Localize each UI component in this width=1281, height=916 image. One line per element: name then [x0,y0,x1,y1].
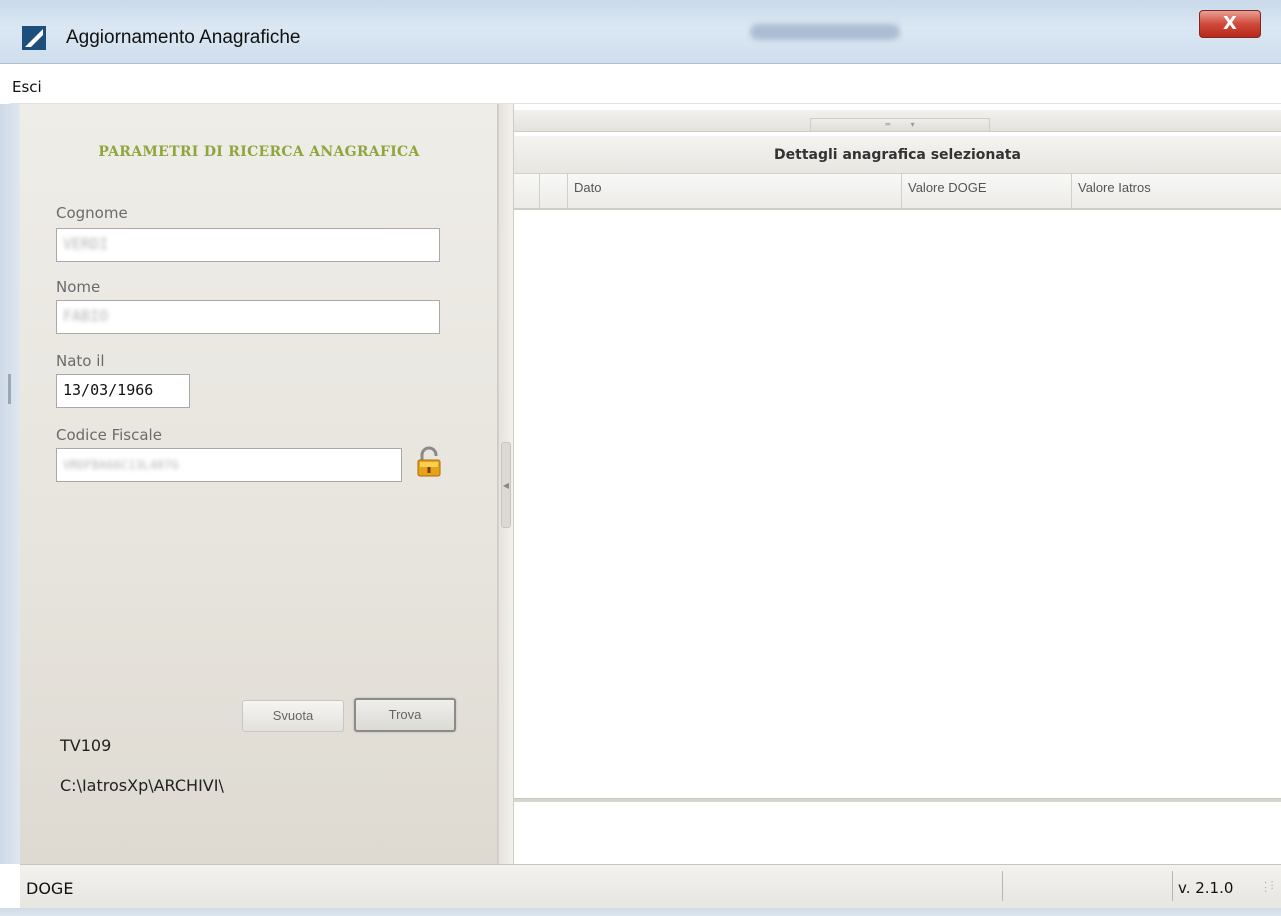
window-left-border [0,104,20,864]
grid-header: Dato Valore DOGE Valore Iatros [514,174,1281,210]
nome-input[interactable]: FABIO [56,300,440,334]
codice-fiscale-label: Codice Fiscale [56,426,162,444]
panel-splitter[interactable]: ◀ [498,104,514,864]
nome-value: FABIO [63,307,109,325]
cognome-label: Cognome [56,204,128,222]
collapse-left-handle[interactable]: ◀ [501,442,511,528]
app-logo-icon [22,26,46,50]
title-bar: Aggiornamento Anagrafiche X [0,0,1281,64]
codice-fiscale-input[interactable]: VRDFBA66C13L407G [56,448,402,482]
column-header-valore-iatros[interactable]: Valore Iatros [1072,174,1281,208]
trova-button[interactable]: Trova [354,698,456,732]
border-mark [8,374,11,404]
bottom-panel [514,802,1281,864]
status-label: DOGE [26,879,74,898]
status-separator [1002,871,1003,901]
status-separator [1172,871,1173,901]
svuota-button[interactable]: Svuota [242,700,344,732]
cognome-input[interactable]: VERDI [56,228,440,262]
select-column-header[interactable] [540,174,568,208]
nome-label: Nome [56,278,101,296]
nato-il-label: Nato il [56,352,105,370]
version-label: v. 2.1.0 [1178,879,1234,897]
codice-fiscale-value: VRDFBA66C13L407G [63,458,179,472]
search-panel: PARAMETRI DI RICERCA ANAGRAFICA Cognome … [20,104,498,864]
nato-il-input[interactable]: 13/03/1966 [56,374,190,408]
close-button[interactable]: X [1199,10,1261,38]
column-header-dato[interactable]: Dato [568,174,902,208]
expand-handle-icon[interactable]: ═ ▾ [810,118,990,132]
nato-il-value: 13/03/1966 [63,381,154,399]
row-indicator-header [514,174,540,208]
blurred-title-text [750,24,900,40]
detail-panel: ═ ▾ Dettagli anagrafica selezionata Dato… [514,104,1281,864]
window-title: Aggiornamento Anagrafiche [66,27,301,48]
search-panel-heading: PARAMETRI DI RICERCA ANAGRAFICA [98,144,420,160]
cognome-value: VERDI [63,235,109,253]
archive-path: C:\IatrosXp\ARCHIVI\ [60,776,224,795]
status-bar: DOGE v. 2.1.0 · :: · [20,864,1281,908]
station-code: TV109 [60,736,112,755]
unlock-icon[interactable] [416,446,442,478]
menu-bar: Esci [10,70,1281,104]
menu-item-esci[interactable]: Esci [12,78,42,96]
window-bottom-border [0,908,1281,916]
grid-body[interactable] [514,210,1281,800]
top-collapse-bar: ═ ▾ [514,110,1281,132]
column-header-valore-doge[interactable]: Valore DOGE [902,174,1072,208]
resize-grip-icon[interactable]: · :: · [1264,879,1278,899]
detail-panel-title: Dettagli anagrafica selezionata [514,136,1281,174]
